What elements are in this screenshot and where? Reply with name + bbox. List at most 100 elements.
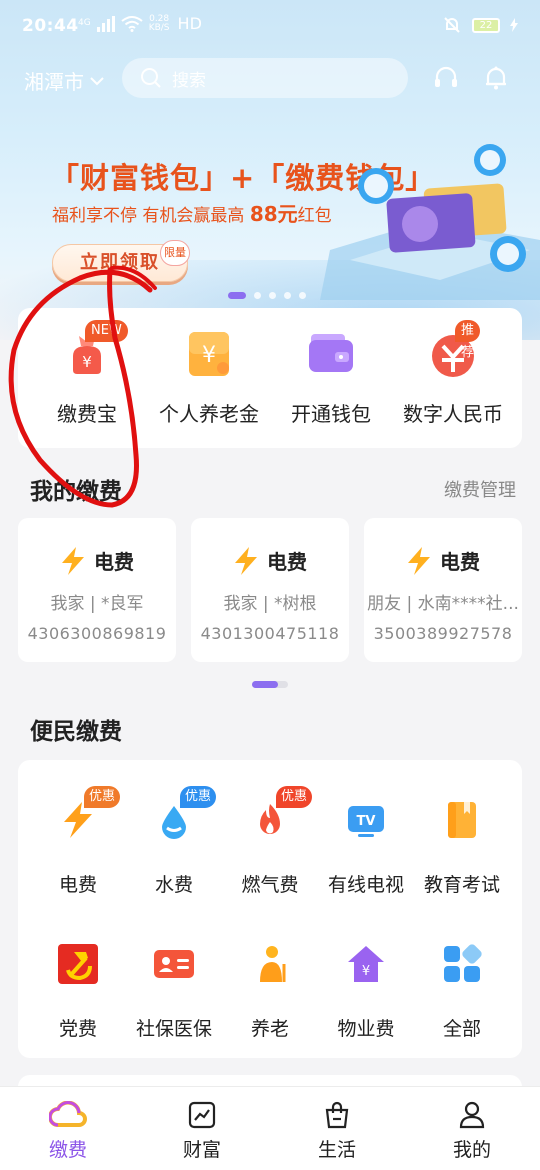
svg-text:TV: TV bbox=[357, 814, 376, 829]
tab-label: 财富 bbox=[182, 1139, 221, 1161]
quick-action-pension[interactable]: ¥ 个人养老金 bbox=[146, 330, 272, 427]
limited-tag: 限量 bbox=[160, 240, 190, 266]
search-input[interactable]: 搜索 bbox=[122, 58, 408, 98]
banner-dot bbox=[254, 292, 261, 299]
bank-cards-illustration bbox=[320, 144, 540, 300]
bill-account: 4301300475118 bbox=[200, 624, 340, 643]
quick-action-open-wallet[interactable]: 开通钱包 bbox=[268, 330, 394, 427]
quick-action-label: 个人养老金 bbox=[159, 402, 259, 426]
status-icons-right: 22 bbox=[442, 15, 518, 35]
grid-icon bbox=[442, 944, 482, 984]
party-emblem-icon bbox=[58, 944, 98, 984]
tab-label: 生活 bbox=[317, 1139, 356, 1161]
status-icons-left: 4G 0.28 KB/S HD bbox=[78, 14, 202, 33]
service-all[interactable]: 全部 bbox=[414, 944, 510, 1041]
charging-icon bbox=[510, 18, 518, 32]
recommend-badge: 推荐 bbox=[455, 320, 481, 360]
service-party-dues[interactable]: 党费 bbox=[30, 944, 126, 1041]
tab-label: 缴费 bbox=[48, 1139, 87, 1161]
svg-text:¥: ¥ bbox=[82, 353, 92, 371]
tab-life[interactable]: 生活 bbox=[297, 1101, 377, 1162]
service-social-insurance[interactable]: 社保医保 bbox=[126, 944, 222, 1041]
services-card: 优惠 电费 优惠 水费 优惠 燃气费 TV 有线电视 教育考试 党费 社保医保 … bbox=[18, 760, 522, 1058]
bell-icon[interactable] bbox=[482, 64, 510, 92]
service-elderly-care[interactable]: 养老 bbox=[222, 944, 318, 1041]
svg-text:¥: ¥ bbox=[202, 343, 216, 368]
bill-type: 电费 bbox=[267, 550, 307, 574]
bill-owner: 我家 | *树根 bbox=[223, 594, 317, 614]
banner-subtitle: 福利享不停 有机会赢最高 88元红包 bbox=[52, 202, 332, 226]
network-type: 4G bbox=[78, 18, 91, 28]
status-time: 20:44 bbox=[22, 16, 79, 36]
cellular-signal-icon bbox=[96, 15, 115, 32]
tab-label: 我的 bbox=[452, 1139, 491, 1161]
banner-dot bbox=[228, 292, 246, 299]
service-gas[interactable]: 优惠 燃气费 bbox=[222, 786, 318, 897]
bill-type: 电费 bbox=[94, 550, 134, 574]
quick-action-label: 缴费宝 bbox=[57, 402, 117, 426]
services-title: 便民缴费 bbox=[30, 719, 122, 745]
battery-icon: 22 bbox=[472, 17, 500, 33]
bills-pager bbox=[252, 681, 288, 688]
discount-badge: 优惠 bbox=[276, 786, 313, 808]
bill-account: 3500389927578 bbox=[373, 624, 513, 643]
lightning-icon bbox=[62, 546, 84, 575]
mute-bell-icon bbox=[444, 17, 460, 33]
service-label: 有线电视 bbox=[327, 874, 404, 896]
service-education[interactable]: 教育考试 bbox=[414, 800, 510, 897]
manage-bills-link[interactable]: 缴费管理 bbox=[444, 476, 516, 502]
service-cable-tv[interactable]: TV 有线电视 bbox=[318, 800, 414, 897]
house-icon: ¥ bbox=[346, 944, 386, 984]
quick-action-jiaofeibao[interactable]: ¥ NEW 缴费宝 bbox=[24, 320, 150, 427]
banner-dot bbox=[269, 292, 276, 299]
discount-badge: 优惠 bbox=[180, 786, 217, 808]
service-electricity[interactable]: 优惠 电费 bbox=[30, 786, 126, 897]
banner-dot bbox=[299, 292, 306, 299]
network-speed: 0.28 KB/S bbox=[148, 13, 170, 33]
shopping-bag-icon bbox=[325, 1101, 349, 1129]
bill-type: 电费 bbox=[440, 550, 480, 574]
tab-payment[interactable]: 缴费 bbox=[28, 1101, 108, 1162]
hd-indicator: HD bbox=[177, 14, 202, 33]
flame-icon: 优惠 bbox=[250, 786, 313, 840]
lightning-icon bbox=[235, 546, 257, 575]
tab-wealth[interactable]: 财富 bbox=[162, 1101, 242, 1162]
lightning-icon bbox=[408, 546, 430, 575]
tab-mine[interactable]: 我的 bbox=[432, 1101, 512, 1162]
banner-pagination bbox=[228, 292, 306, 299]
lightning-icon: 优惠 bbox=[58, 786, 121, 840]
wifi-icon bbox=[121, 15, 143, 32]
bill-card[interactable]: 电费 朋友 | 水南****社... 3500389927578 bbox=[364, 518, 522, 662]
quick-action-digital-rmb[interactable]: 推荐 数字人民币 bbox=[390, 320, 516, 427]
service-label: 水费 bbox=[154, 874, 193, 896]
quick-actions-card: ¥ NEW 缴费宝 ¥ 个人养老金 开通钱包 推荐 数字人民币 bbox=[18, 308, 522, 448]
service-water[interactable]: 优惠 水费 bbox=[126, 786, 222, 897]
city-label: 湘潭市 bbox=[24, 70, 84, 94]
service-label: 党费 bbox=[58, 1018, 97, 1040]
top-bar: 湘潭市 搜索 bbox=[0, 56, 540, 100]
discount-badge: 优惠 bbox=[84, 786, 121, 808]
bill-owner: 我家 | *良军 bbox=[50, 594, 144, 614]
search-placeholder: 搜索 bbox=[172, 70, 206, 91]
bill-card[interactable]: 电费 我家 | *良军 4306300869819 bbox=[18, 518, 176, 662]
bill-card[interactable]: 电费 我家 | *树根 4301300475118 bbox=[191, 518, 349, 662]
svg-text:¥: ¥ bbox=[362, 964, 370, 979]
user-icon bbox=[459, 1101, 485, 1129]
chevron-down-icon bbox=[90, 76, 104, 85]
quick-action-label: 数字人民币 bbox=[403, 402, 503, 426]
headset-icon[interactable] bbox=[432, 64, 460, 92]
service-property-fee[interactable]: ¥ 物业费 bbox=[318, 944, 414, 1041]
wallet-icon bbox=[307, 330, 355, 378]
cloud-icon bbox=[49, 1101, 87, 1127]
bill-owner: 朋友 | 水南****社... bbox=[367, 594, 519, 614]
service-label: 物业费 bbox=[337, 1018, 395, 1040]
elderly-icon bbox=[250, 944, 290, 984]
new-badge: NEW bbox=[85, 320, 128, 342]
tv-icon: TV bbox=[346, 800, 386, 840]
service-label: 养老 bbox=[250, 1018, 289, 1040]
money-bag-icon: ¥ NEW bbox=[63, 320, 128, 378]
water-drop-icon: 优惠 bbox=[154, 786, 217, 840]
city-selector[interactable]: 湘潭市 bbox=[24, 66, 104, 95]
yuan-box-icon: ¥ bbox=[185, 330, 233, 378]
status-bar: 20:44 4G 0.28 KB/S HD 22 bbox=[0, 0, 540, 54]
